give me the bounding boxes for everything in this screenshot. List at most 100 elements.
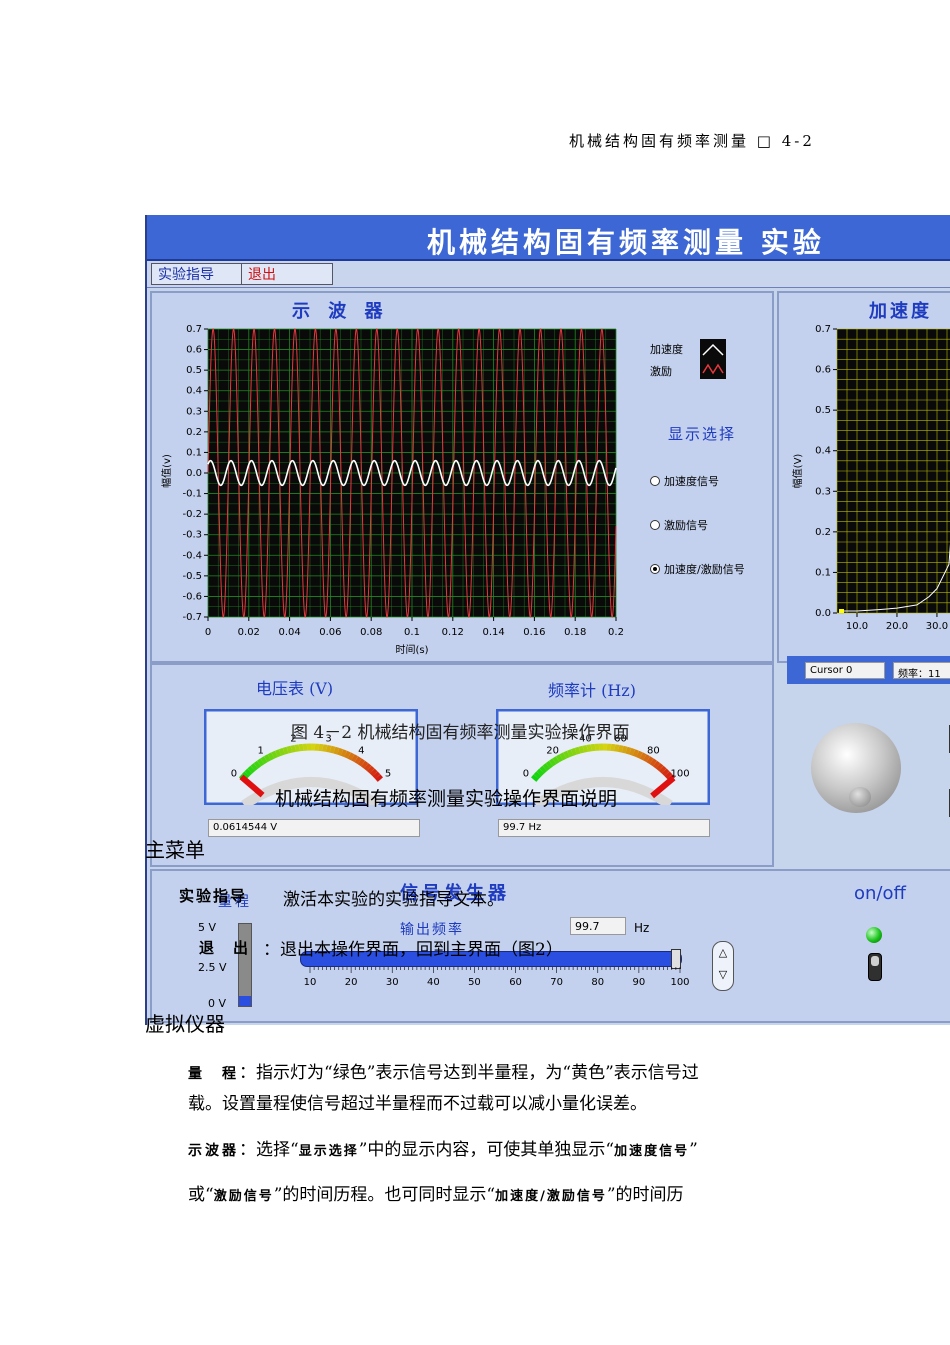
freq-arc-segment	[531, 774, 539, 782]
scope-ytick-label: 0.5	[186, 365, 202, 376]
radio-both-indicator[interactable]	[650, 564, 660, 574]
onoff-label: on/off	[854, 883, 906, 904]
scope-text-2e: ”的时间历	[606, 1184, 684, 1205]
radio-accel[interactable]: 加速度信号	[650, 473, 719, 489]
spec-ytick-label: 0.7	[815, 324, 831, 335]
spec-ytick-label: 0.2	[815, 527, 831, 538]
freq-unit: Hz	[634, 921, 650, 935]
freq-arc-segment	[649, 758, 657, 767]
volt-scale-label: 5	[385, 768, 391, 779]
app-title: 机械结构固有频率测量 实验	[427, 226, 825, 259]
legend-excite: 激励	[650, 365, 672, 378]
scope-text-1a: ：选择“	[239, 1140, 299, 1160]
freq-slider-thumb[interactable]	[671, 949, 681, 969]
scope-text-2b: 激励信号	[213, 1188, 274, 1204]
scope-ytick-label: -0.2	[182, 509, 202, 520]
spec-xtick-label: 30.0	[926, 621, 948, 632]
scope-text-1b: 显示选择	[298, 1144, 359, 1159]
freq-scale-label: 0	[523, 768, 529, 779]
freq-arc-segment	[621, 745, 628, 754]
scope-xtick-label: 0.02	[238, 627, 260, 638]
guide-term: 实验指导	[179, 887, 248, 905]
scope-ytick-label: -0.7	[182, 612, 202, 623]
slider-tick-label: 10	[304, 977, 317, 988]
freq-arc-segment	[549, 758, 557, 767]
volt-arc-segment	[260, 756, 268, 765]
volt-arc-segment	[333, 746, 340, 755]
spec-ytick-label: 0.6	[815, 365, 831, 376]
slider-tick-label: 40	[427, 977, 440, 988]
freq-scale-label: 100	[671, 768, 690, 779]
scope-text-1e: ”	[689, 1140, 698, 1160]
volt-arc-segment	[372, 771, 381, 780]
freq-arc-segment	[586, 744, 592, 752]
scope-ytick-label: -0.5	[182, 571, 202, 582]
page-header: 机械结构固有频率测量 □ 4-2	[569, 132, 815, 150]
radio-excite[interactable]: 激励信号	[650, 517, 708, 533]
volt-arc-segment	[337, 747, 344, 756]
freq-label: 频率：11	[893, 662, 950, 680]
scope-term: 示波器	[188, 1143, 239, 1159]
freq-arc-segment	[545, 760, 554, 769]
volt-arc-segment	[290, 744, 296, 753]
guide-button[interactable]: 实验指导	[151, 263, 243, 285]
amplitude-bar[interactable]	[238, 923, 252, 1007]
volt-arc-segment	[344, 750, 351, 759]
spinner-down-icon[interactable]: ▽	[713, 964, 733, 986]
volt-arc-segment	[244, 768, 253, 777]
power-toggle[interactable]	[868, 953, 882, 981]
oscilloscope-chart: 0.7 0.6 0.5 0.4 0.3 0.2 0.1 0.0 -0.1 -0.2 -0.3 -0.4…	[160, 324, 624, 656]
volt-arc-segment	[363, 763, 372, 772]
freq-scale-label: 80	[647, 746, 660, 757]
spec-ytick-label: 0.5	[815, 405, 831, 416]
freq-arc-segment	[578, 745, 585, 754]
scope-ytick-label: 0.6	[186, 345, 202, 356]
radio-both-label: 加速度/激励信号	[664, 563, 745, 576]
virtual-instruments-heading: 虚拟仪器	[145, 1012, 225, 1036]
slider-tick-label: 30	[386, 977, 399, 988]
display-select-title: 显示选择	[668, 425, 737, 443]
legend-accel: 加速度	[650, 343, 683, 356]
scope-text-1c: ”中的显示内容，可使其单独显示“	[358, 1140, 615, 1160]
freq-scale-label: 20	[546, 746, 559, 757]
exit-button[interactable]: 退出	[241, 263, 333, 285]
spectrum-title: 加速度	[869, 301, 932, 322]
amplitude-fill	[239, 996, 251, 1006]
scope-xtick-label: 0.16	[523, 627, 545, 638]
main-menu-heading: 主菜单	[145, 838, 205, 862]
slider-tick-label: 20	[345, 977, 358, 988]
freq-arc-segment	[533, 771, 542, 780]
freqmeter-title: 频率计 (Hz)	[548, 681, 636, 700]
spec-ytick-label: 0.0	[815, 608, 831, 619]
range-term: 量 程	[188, 1066, 239, 1082]
slider-tick-label: 70	[550, 977, 563, 988]
volt-arc-segment	[257, 758, 265, 767]
scope-ytick-label: -0.6	[182, 591, 202, 602]
volt-arc-segment	[275, 749, 282, 758]
volt-arc-segment	[366, 765, 375, 774]
freq-arc-segment	[542, 763, 551, 772]
freq-input[interactable]: 99.7	[570, 917, 626, 935]
radio-excite-indicator[interactable]	[650, 520, 660, 530]
freq-arc-segment	[658, 765, 667, 774]
figure-caption: 图 4－2 机械结构固有频率测量实验操作界面	[291, 723, 630, 743]
radio-excite-label: 激励信号	[664, 519, 708, 532]
volt-arc-segment	[347, 752, 355, 761]
cursor-label[interactable]: Cursor 0	[805, 662, 885, 679]
radio-accel-indicator[interactable]	[650, 476, 660, 486]
freq-arc-segment	[643, 754, 651, 763]
scope-xtick-label: 0.1	[404, 627, 420, 638]
freq-arc-segment	[552, 756, 560, 765]
scope-xtick-label: 0.14	[482, 627, 504, 638]
radio-both[interactable]: 加速度/激励信号	[650, 561, 745, 577]
range-text-1: ：指示灯为“绿色”表示信号达到半量程，为“黄色”表示信号过	[239, 1063, 699, 1083]
spectrum-ylabel: 幅值(V)	[791, 454, 804, 489]
freq-arc-segment	[555, 754, 563, 763]
freq-arc-segment	[570, 747, 577, 756]
voltmeter-title: 电压表 (V)	[256, 679, 334, 698]
volt-arc-segment	[250, 763, 259, 772]
slider-tick-label: 80	[591, 977, 604, 988]
freq-arc-segment	[614, 744, 620, 752]
spinner-up-icon[interactable]: △	[713, 942, 733, 964]
freq-spinner[interactable]: △ ▽	[712, 941, 734, 991]
